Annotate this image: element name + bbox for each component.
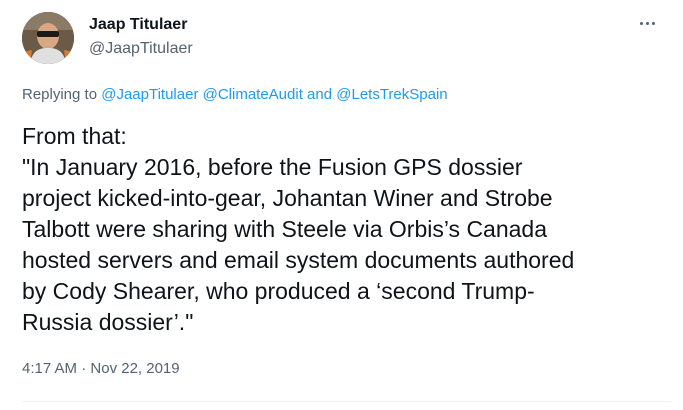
avatar[interactable]: [22, 12, 74, 64]
tweet-text-line: Russia dossier’.": [22, 309, 194, 335]
tweet: Jaap Titulaer @JaapTitulaer Replying to …: [0, 0, 683, 410]
tweet-text: From that: "In January 2016, before the …: [22, 121, 672, 338]
dot: [645, 21, 649, 25]
tweet-meta: 4:17 AM · Nov 22, 2019: [22, 360, 180, 377]
tweet-text-line: project kicked-into-gear, Johantan Winer…: [22, 185, 553, 211]
replying-prefix: Replying to: [22, 86, 102, 103]
meta-separator: ·: [77, 360, 91, 377]
tweet-text-line: by Cody Shearer, who produced a ‘second …: [22, 278, 535, 304]
dot: [651, 21, 655, 25]
dot: [639, 21, 643, 25]
more-options-icon[interactable]: [634, 10, 660, 36]
tweet-date[interactable]: Nov 22, 2019: [90, 360, 179, 377]
author-handle[interactable]: @JaapTitulaer: [89, 40, 193, 58]
tweet-text-line: "In January 2016, before the Fusion GPS …: [22, 154, 523, 180]
tweet-text-line: From that:: [22, 123, 127, 149]
tweet-text-line: Talbott were sharing with Steele via Orb…: [22, 216, 548, 242]
mention-link[interactable]: @ClimateAudit: [203, 86, 303, 103]
author-name[interactable]: Jaap Titulaer: [89, 16, 187, 34]
avatar-image: [22, 12, 74, 64]
divider: [22, 401, 671, 402]
tweet-text-line: hosted servers and email system document…: [22, 247, 575, 273]
tweet-time[interactable]: 4:17 AM: [22, 360, 77, 377]
replying-to: Replying to @JaapTitulaer @ClimateAudit …: [22, 86, 448, 103]
mention-and[interactable]: and: [303, 86, 336, 103]
mention-link[interactable]: @LetsTrekSpain: [336, 86, 447, 103]
mention-link[interactable]: @JaapTitulaer: [101, 86, 198, 103]
